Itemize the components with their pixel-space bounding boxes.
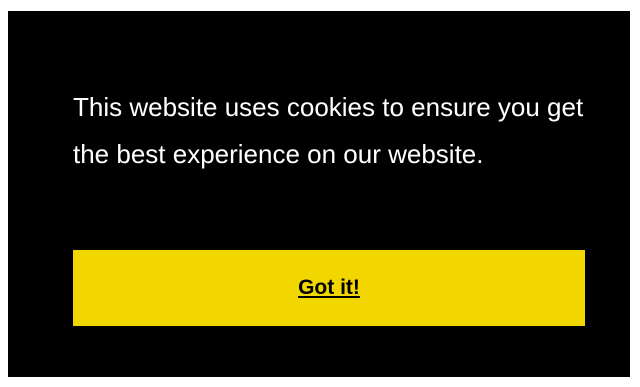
cookie-message: This website uses cookies to ensure you … [73,92,584,169]
accept-cookies-label: Got it! [298,276,360,299]
page: This website uses cookies to ensure you … [0,0,640,387]
accept-cookies-button[interactable]: Got it! [73,250,585,326]
cookie-consent-banner: This website uses cookies to ensure you … [8,11,630,377]
